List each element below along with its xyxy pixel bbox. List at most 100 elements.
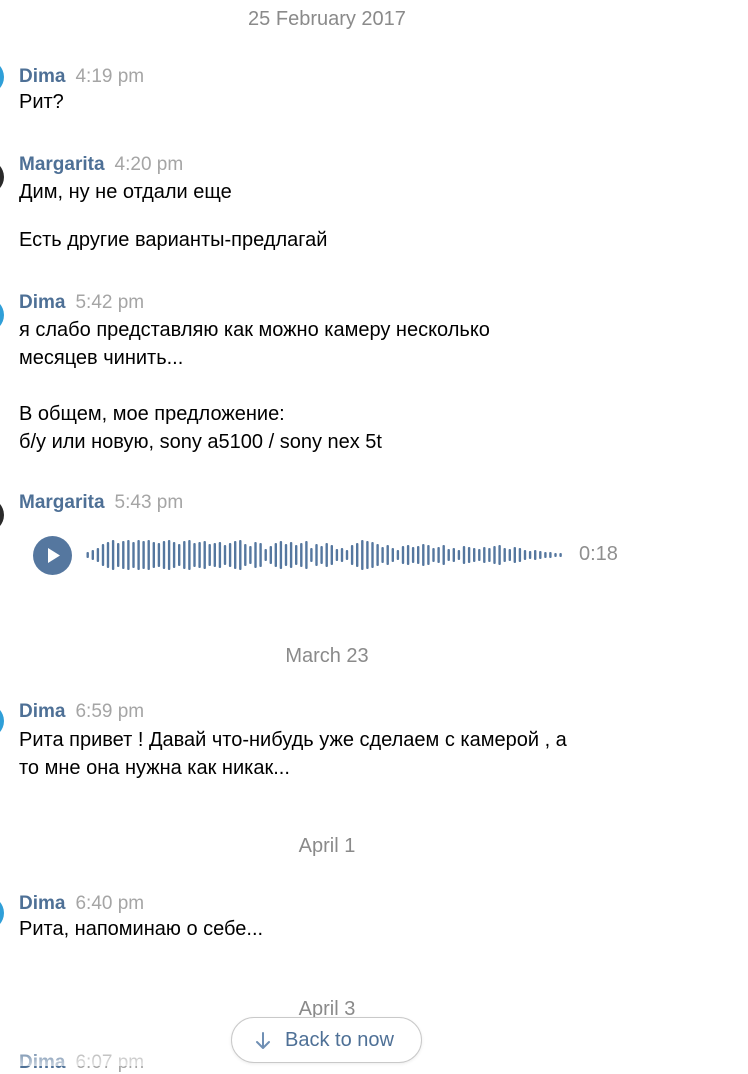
waveform-bar: [493, 546, 496, 564]
waveform-bar: [279, 541, 283, 569]
voice-duration: 0:18: [579, 543, 618, 565]
waveform-bar: [559, 553, 562, 557]
author-name[interactable]: Dima: [19, 292, 65, 313]
waveform-bar: [295, 545, 298, 565]
date-separator: 25 February 2017: [248, 8, 406, 30]
waveform-bar: [259, 543, 262, 567]
message-header: Dima 6:59 pm: [19, 701, 144, 723]
avatar[interactable]: [0, 298, 4, 332]
back-to-now-button[interactable]: Back to now: [231, 1017, 422, 1063]
waveform-bar: [345, 550, 349, 560]
waveform-bar: [513, 547, 516, 563]
waveform-bar: [437, 547, 440, 563]
waveform-bar: [406, 545, 410, 565]
waveform-bar: [457, 550, 461, 560]
waveform-bar: [549, 552, 552, 558]
date-separator: March 23: [285, 645, 369, 667]
waveform-bar: [386, 545, 389, 565]
message-time: 6:40 pm: [75, 893, 145, 914]
arrow-down-icon: [256, 1032, 270, 1049]
waveform-bar: [249, 546, 252, 564]
waveform-bar: [361, 540, 364, 570]
waveform-bar: [167, 540, 171, 570]
waveform-bar: [523, 550, 527, 560]
waveform-bar: [178, 544, 181, 566]
waveform-bar: [117, 543, 120, 567]
waveform-bar: [427, 545, 430, 565]
waveform-bar: [244, 544, 247, 566]
waveform-bar: [310, 548, 313, 562]
avatar[interactable]: [0, 160, 4, 194]
waveform-bar: [193, 543, 196, 567]
avatar[interactable]: [0, 60, 4, 94]
waveform-bar: [320, 546, 323, 564]
waveform-bar: [213, 543, 216, 567]
waveform-bar: [147, 540, 150, 570]
waveform-bar: [111, 540, 115, 570]
waveform-bar: [157, 543, 161, 567]
waveform-bar: [106, 542, 110, 568]
waveform-bar: [442, 545, 445, 565]
waveform-bar: [274, 543, 277, 567]
waveform-bar: [467, 547, 471, 563]
waveform-bar: [289, 542, 293, 568]
message-header: Dima 5:42 pm: [19, 292, 144, 314]
author-name[interactable]: Dima: [19, 701, 65, 722]
waveform-bar: [330, 545, 333, 565]
waveform-bar: [396, 550, 400, 560]
play-button[interactable]: [33, 536, 72, 575]
author-name[interactable]: Margarita: [19, 492, 105, 513]
avatar[interactable]: [0, 498, 4, 532]
waveform-bar: [228, 543, 232, 567]
message-time: 6:59 pm: [75, 701, 145, 722]
waveform-bar: [381, 547, 384, 563]
waveform-bar: [508, 549, 511, 561]
waveform-bar: [401, 546, 405, 564]
author-name[interactable]: Dima: [19, 893, 65, 914]
waveform-bar: [539, 551, 542, 559]
avatar[interactable]: [0, 704, 4, 738]
message-header: Dima 4:19 pm: [19, 66, 144, 88]
waveform-bar: [335, 549, 339, 561]
waveform-bar: [284, 544, 288, 566]
message-text: Рита привет ! Давай что-нибудь уже сдела…: [19, 729, 567, 779]
waveform-bar: [183, 541, 186, 569]
waveform-bar: [188, 540, 191, 570]
waveform-bar: [356, 543, 359, 567]
waveform-bar: [478, 549, 481, 561]
message-time: 5:43 pm: [114, 492, 184, 513]
waveform-bar: [101, 544, 105, 566]
waveform-bar: [127, 540, 130, 570]
waveform-bar: [447, 549, 450, 561]
message-text: Рит?: [19, 91, 64, 113]
waveform-bar: [96, 548, 100, 562]
waveform-bar: [162, 541, 166, 569]
waveform-bar: [254, 542, 257, 568]
avatar[interactable]: [0, 896, 4, 930]
author-name[interactable]: Margarita: [19, 154, 105, 175]
waveform-bar: [300, 543, 303, 567]
waveform-bar: [498, 545, 501, 565]
waveform-bar: [223, 545, 227, 565]
waveform-bar: [432, 548, 435, 562]
waveform-bar: [473, 548, 476, 562]
waveform-bar: [483, 547, 486, 563]
waveform-bar: [172, 542, 176, 568]
message-header: Margarita 4:20 pm: [19, 154, 183, 176]
waveform-bar: [488, 548, 491, 562]
waveform-bar: [152, 542, 155, 568]
waveform-bar: [86, 552, 89, 558]
back-to-now-label: Back to now: [285, 1029, 394, 1051]
message-text: я слабо представляю как можно камеру нес…: [19, 319, 490, 453]
waveform[interactable]: [86, 535, 564, 575]
voice-message: 0:18: [33, 535, 633, 575]
waveform-bar: [208, 544, 211, 566]
waveform-bar: [422, 544, 425, 566]
waveform-bar: [554, 553, 557, 557]
waveform-bar: [218, 542, 222, 568]
author-name[interactable]: Dima: [19, 66, 65, 87]
waveform-bar: [239, 540, 242, 570]
message-text: Рита, напоминаю о себе...: [19, 918, 264, 940]
message-time: 4:20 pm: [114, 154, 184, 175]
waveform-bar: [234, 541, 237, 569]
